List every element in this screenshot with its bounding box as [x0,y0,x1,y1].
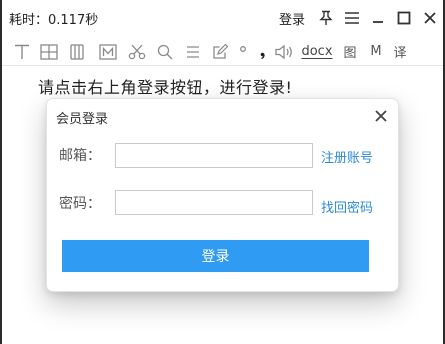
email-field[interactable] [115,143,313,168]
instruction-text: 请点击右上角登录按钮，进行登录! [38,78,293,97]
align-lines-icon[interactable] [179,38,207,66]
columns-tool-icon[interactable] [63,38,93,66]
register-link[interactable]: 注册账号 [321,147,373,166]
email-label: 邮箱： [59,148,101,164]
edit-icon[interactable] [207,38,233,66]
degree-icon[interactable] [233,38,255,66]
password-label: 密码： [59,196,101,212]
text-tool-icon[interactable] [9,38,35,66]
translate-button[interactable]: 译 [389,38,411,66]
scissors-icon[interactable] [123,38,151,66]
search-icon[interactable] [151,38,179,66]
speaker-icon[interactable] [271,38,297,66]
docx-button[interactable]: docx [297,38,337,66]
password-field[interactable] [115,190,313,215]
dialog-title: 会员登录 [56,112,109,127]
pin-icon[interactable] [313,0,339,36]
timing-text: 耗时：0.117秒 [9,13,99,28]
m-button[interactable]: M [363,38,389,66]
maximize-icon[interactable] [391,0,417,36]
table-tool-icon[interactable] [35,38,63,66]
submit-login-button[interactable]: 登录 [62,240,369,272]
markdown-tool-icon[interactable] [93,38,123,66]
recover-password-link[interactable]: 找回密码 [321,197,373,216]
title-actions: 登录 [279,0,443,36]
login-dialog: 会员登录 邮箱： 注册账号 密码： 找回密码 登录 [46,98,399,292]
toolbar: docx 图 M 译 [2,38,443,66]
close-window-icon[interactable] [417,0,443,36]
comma-icon[interactable] [255,38,271,66]
image-button[interactable]: 图 [337,38,363,66]
close-icon[interactable] [370,105,392,127]
minimize-icon[interactable] [365,0,391,36]
login-link[interactable]: 登录 [279,9,305,28]
menu-icon[interactable] [339,0,365,36]
title-bar: 耗时：0.117秒 登录 [2,0,443,36]
